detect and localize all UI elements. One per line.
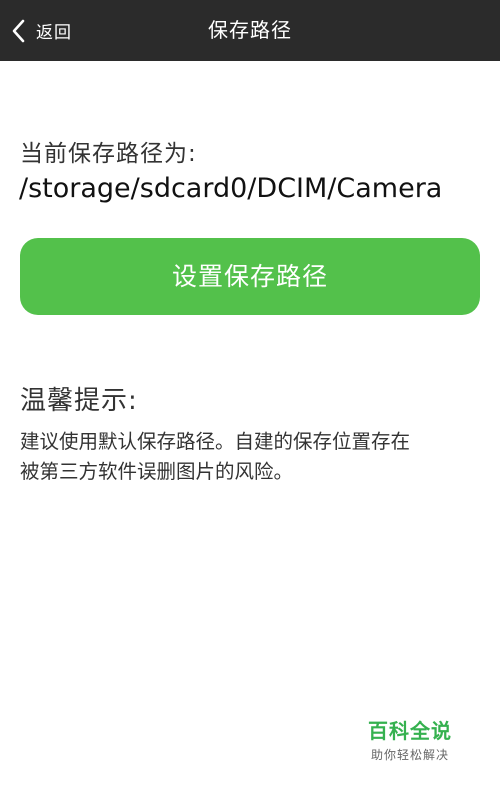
- tip-text: 建议使用默认保存路径。自建的保存位置存在 被第三方软件误删图片的风险。: [20, 427, 480, 487]
- tip-line: 建议使用默认保存路径。自建的保存位置存在: [20, 430, 411, 453]
- page-title: 保存路径: [208, 18, 292, 42]
- tip-line: 被第三方软件误删图片的风险。: [20, 460, 294, 483]
- header-bar: 返回 保存路径: [0, 0, 500, 61]
- watermark-subtitle: 助你轻松解决: [370, 748, 449, 762]
- set-save-path-button[interactable]: 设置保存路径: [20, 238, 480, 315]
- current-path-value: /storage/sdcard0/DCIM/Camera: [19, 173, 443, 204]
- watermark-title: 百科全说: [368, 719, 452, 743]
- tip-title: 温馨提示:: [20, 386, 138, 416]
- current-path-label: 当前保存路径为:: [20, 141, 197, 167]
- watermark-logo: 百科全说 助你轻松解决: [360, 715, 460, 763]
